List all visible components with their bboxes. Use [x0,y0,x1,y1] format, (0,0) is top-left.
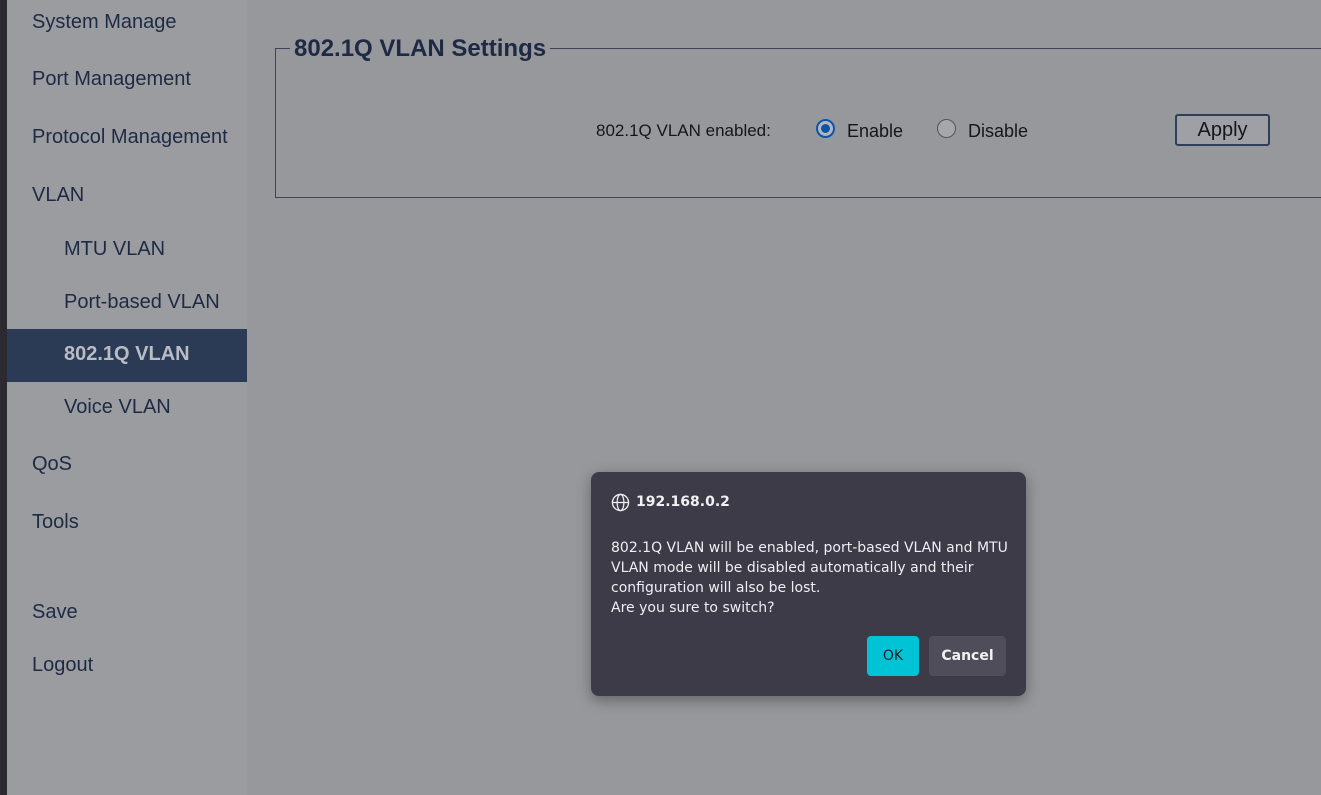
sidebar-item-tools[interactable]: Tools [32,511,79,534]
section-title: 802.1Q VLAN Settings [290,35,551,63]
sidebar-item-logout[interactable]: Logout [32,654,93,677]
disable-radio-label[interactable]: Disable [968,121,1028,142]
sidebar-item-vlan[interactable]: VLAN [32,184,84,207]
ok-button[interactable]: OK [867,636,919,676]
dialog-message: 802.1Q VLAN will be enabled, port-based … [611,538,1011,618]
sidebar-item-save[interactable]: Save [32,601,78,624]
apply-button[interactable]: Apply [1175,114,1270,146]
sidebar-item-label: 802.1Q VLAN [64,343,190,365]
vlan-enabled-label: 802.1Q VLAN enabled: [596,121,771,140]
sidebar-item-8021q-vlan[interactable]: 802.1Q VLAN [7,329,247,382]
sidebar-item-port-based-vlan[interactable]: Port-based VLAN [64,291,220,314]
sidebar-item-port-management[interactable]: Port Management [32,68,191,91]
sidebar: System Manage Port Management Protocol M… [7,0,247,795]
confirm-dialog: 192.168.0.2 802.1Q VLAN will be enabled,… [591,472,1026,696]
sidebar-item-mtu-vlan[interactable]: MTU VLAN [64,238,165,261]
disable-radio[interactable] [937,119,956,138]
cancel-button[interactable]: Cancel [929,636,1006,676]
sidebar-item-system-manage[interactable]: System Manage [32,11,177,34]
globe-icon [611,493,630,512]
sidebar-item-voice-vlan[interactable]: Voice VLAN [64,396,171,419]
dialog-message-line: Are you sure to switch? [611,600,775,616]
sidebar-item-qos[interactable]: QoS [32,453,72,476]
vlan-settings-fieldset: 802.1Q VLAN Settings 802.1Q VLAN enabled… [275,35,1321,198]
dialog-message-line: 802.1Q VLAN will be enabled, port-based … [611,540,1008,556]
sidebar-item-protocol-management[interactable]: Protocol Management [32,126,228,149]
dialog-message-line: configuration will also be lost. [611,580,821,596]
window-edge [0,0,7,795]
dialog-message-line: VLAN mode will be disabled automatically… [611,560,974,576]
dialog-origin: 192.168.0.2 [636,494,730,510]
enable-radio-label[interactable]: Enable [847,121,903,142]
enable-radio[interactable] [816,119,835,138]
